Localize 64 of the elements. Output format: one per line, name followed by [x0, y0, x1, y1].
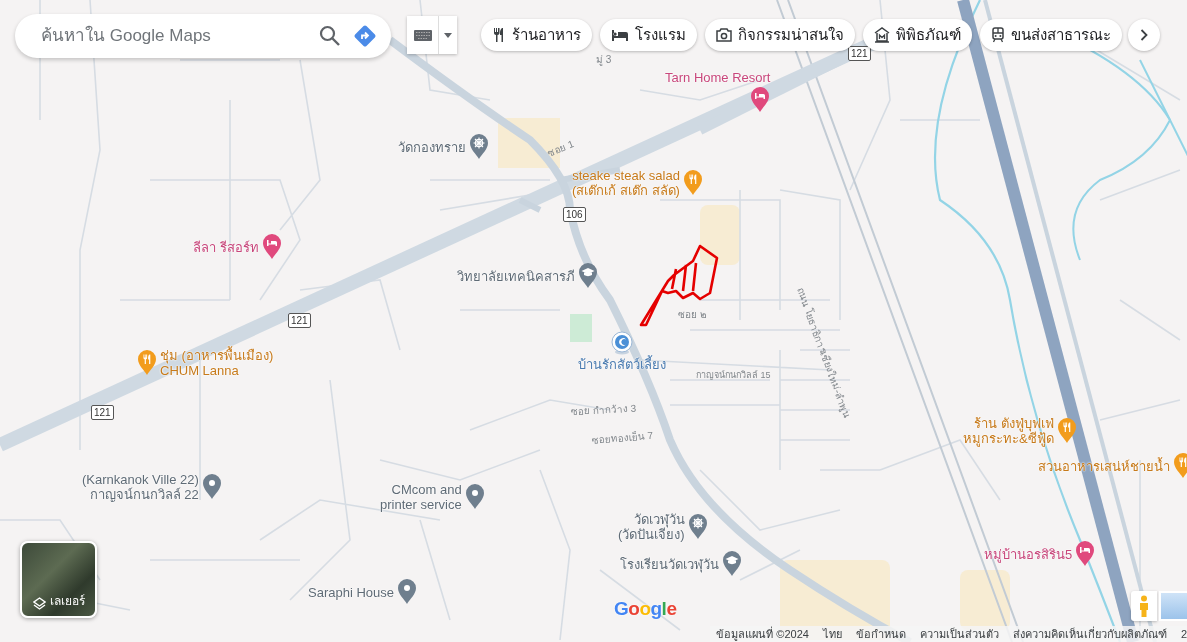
- street-label: มู่ 3: [596, 53, 612, 67]
- map-pin-icon[interactable]: [137, 350, 157, 376]
- dropdown-caret-icon[interactable]: [439, 16, 457, 54]
- place-label[interactable]: CMcom and printer service: [380, 482, 462, 512]
- footer-link[interactable]: ความเป็นส่วนตัว: [919, 625, 999, 642]
- place-label[interactable]: บ้านรักสัตว์เลี้ยง: [578, 357, 666, 372]
- chevron-right-icon[interactable]: [1128, 19, 1160, 51]
- place-label[interactable]: วัดกองทราย: [398, 139, 466, 155]
- camera-icon: [716, 28, 732, 42]
- footer-link[interactable]: 2: [1180, 628, 1187, 640]
- route-shield: 121: [848, 46, 871, 61]
- bed-icon: [611, 28, 629, 42]
- route-shield: 106: [563, 207, 586, 222]
- map-pin-icon[interactable]: [261, 234, 282, 260]
- street-label: กาญจน์กนกวิลล์ 15: [696, 369, 771, 382]
- layers-button[interactable]: เลเยอร์: [20, 541, 97, 618]
- layers-icon: [32, 597, 46, 610]
- search-icon[interactable]: [319, 25, 341, 47]
- place-label[interactable]: ชุ่ม (อาหารพื้นเมือง) CHUM Lanna: [160, 348, 274, 378]
- street-label: ซอย กำกว้าง 3: [570, 401, 637, 419]
- place-label[interactable]: หมู่บ้านอรสิริน5: [984, 546, 1073, 562]
- google-logo: Google: [614, 598, 677, 620]
- map-pin-icon[interactable]: [469, 134, 489, 160]
- map-pin-icon[interactable]: [750, 87, 771, 113]
- map-pin-icon[interactable]: [1173, 453, 1187, 479]
- search-field[interactable]: ค้นหาใน Google Maps: [39, 25, 307, 47]
- street-label: ซอย 1: [545, 137, 577, 161]
- footer-link[interactable]: ข้อกำหนด: [855, 625, 906, 642]
- place-label[interactable]: steake steak salad (สเต๊กเก้ สเต๊ก สลัด): [572, 168, 680, 198]
- route-shield: 121: [288, 313, 311, 328]
- map-pin-icon[interactable]: [1075, 541, 1096, 567]
- museum-icon: [874, 27, 890, 43]
- map-pin-icon[interactable]: [201, 474, 222, 500]
- map-pin-icon[interactable]: [722, 551, 742, 577]
- place-label[interactable]: Saraphi House: [308, 584, 394, 600]
- place-label[interactable]: Tarn Home Resort: [665, 70, 771, 85]
- street-label: ซอย ๒: [678, 308, 707, 322]
- map-pin-icon[interactable]: [464, 484, 485, 510]
- footer-link[interactable]: ส่งความคิดเห็นเกี่ยวกับผลิตภัณฑ์: [1012, 625, 1167, 642]
- map-pin-icon[interactable]: [682, 170, 703, 196]
- street-label: ซอยทองเย็น 7: [591, 428, 654, 448]
- fork-knife-icon: [492, 27, 506, 43]
- search-bar[interactable]: ค้นหาใน Google Maps: [15, 14, 391, 58]
- footer-link[interactable]: ไทย: [822, 625, 842, 642]
- map-pin-icon[interactable]: [397, 579, 417, 605]
- category-chip[interactable]: ขนส่งสาธารณะ: [980, 19, 1122, 51]
- map-pin-icon[interactable]: [1056, 418, 1077, 444]
- map-pin-icon[interactable]: [578, 263, 598, 289]
- place-label[interactable]: สวนอาหารเสน่ห์ชายน้ำ: [1038, 458, 1170, 474]
- place-label[interactable]: (Karnkanok Ville 22) กาญจน์กนกวิลล์ 22: [82, 472, 199, 502]
- category-chip[interactable]: ร้านอาหาร: [481, 19, 592, 51]
- place-label[interactable]: วิทยาลัยเทคนิคสารภี: [457, 268, 575, 284]
- train-icon: [991, 27, 1005, 43]
- place-label[interactable]: วัดเวฬุวัน (วัดปันเจียง): [618, 512, 685, 542]
- map-pin-icon[interactable]: [687, 514, 708, 540]
- place-label[interactable]: ร้าน ตังฟู่บุฟเฟ่ หมูกระทะ&ซีฟู้ด: [963, 416, 1054, 446]
- keyboard-icon[interactable]: [407, 16, 439, 54]
- route-shield: 121: [91, 405, 114, 420]
- place-label[interactable]: ลีลา รีสอร์ท: [193, 239, 259, 255]
- map-data-credit: ข้อมูลแผนที่ ©2024: [716, 625, 809, 642]
- map-pin-icon[interactable]: [611, 331, 633, 355]
- imagery-thumbnail[interactable]: [1159, 591, 1187, 621]
- category-chip[interactable]: โรงแรม: [600, 19, 697, 51]
- place-label[interactable]: โรงเรียนวัดเวฬุวัน: [620, 556, 719, 572]
